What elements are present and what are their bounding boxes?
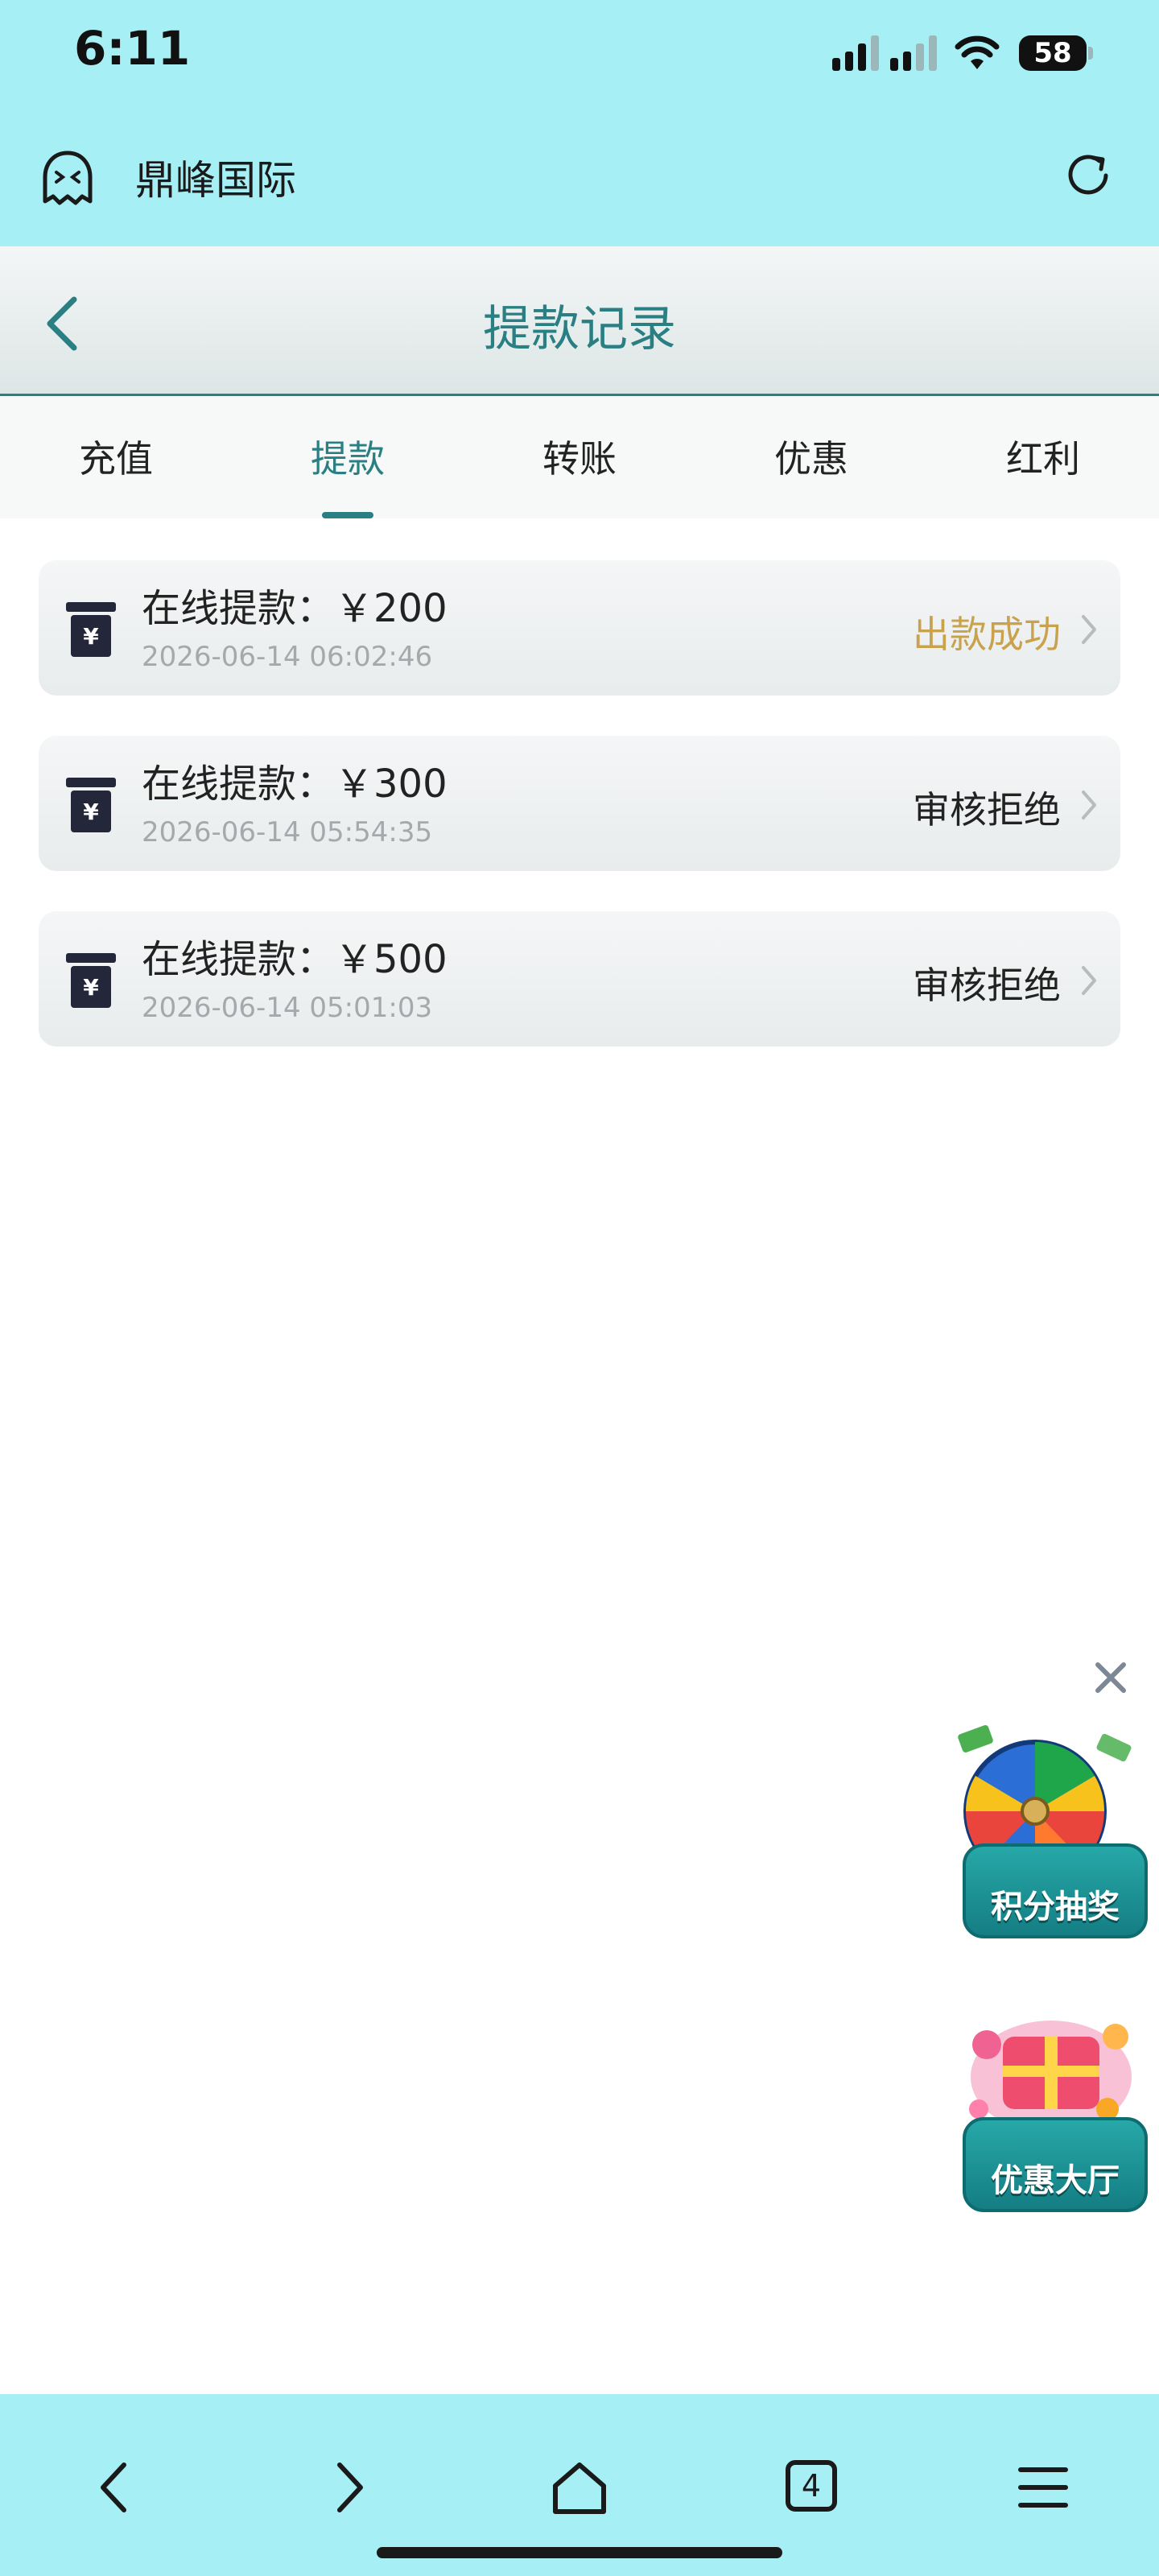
chevron-right-icon — [1082, 966, 1096, 995]
browser-bottom-bar: 4 — [0, 2394, 1159, 2576]
record-time: 2026-06-14 06:02:46 — [142, 641, 433, 673]
record-item[interactable]: ¥ 在线提款：￥300 2026-06-14 05:54:35 审核拒绝 — [39, 736, 1120, 871]
atm-cash-icon: ¥ — [66, 953, 116, 1008]
tab-promotion[interactable]: 优惠 — [695, 396, 927, 518]
tab-transfer[interactable]: 转账 — [464, 396, 695, 518]
tab-withdraw[interactable]: 提款 — [232, 396, 464, 518]
atm-cash-icon: ¥ — [66, 778, 116, 832]
record-tabs: 充值 提款 转账 优惠 红利 — [0, 396, 1159, 518]
record-time: 2026-06-14 05:54:35 — [142, 816, 433, 848]
svg-text:¥: ¥ — [83, 974, 99, 1001]
record-title: 在线提款：￥200 — [142, 586, 448, 631]
close-icon[interactable] — [1091, 1658, 1130, 1697]
record-status: 审核拒绝 — [913, 788, 1061, 832]
home-indicator — [377, 2547, 782, 2558]
record-title: 在线提款：￥300 — [142, 762, 448, 807]
browser-back-icon[interactable] — [85, 2457, 146, 2518]
status-bar: 6:11 58 — [0, 0, 1159, 105]
chevron-right-icon — [1082, 615, 1096, 644]
withdrawal-record-list: ¥ 在线提款：￥200 2026-06-14 06:02:46 出款成功 ¥ 在… — [39, 560, 1120, 1087]
svg-text:¥: ¥ — [83, 799, 99, 825]
ghost-logo-icon[interactable] — [40, 150, 95, 206]
record-item[interactable]: ¥ 在线提款：￥200 2026-06-14 06:02:46 出款成功 — [39, 560, 1120, 696]
record-title: 在线提款：￥500 — [142, 937, 448, 982]
record-time: 2026-06-14 05:01:03 — [142, 992, 433, 1024]
menu-icon[interactable] — [1013, 2457, 1074, 2518]
cell-signal-icon — [832, 35, 879, 71]
promo-hall-button[interactable]: 优惠大厅 — [955, 1988, 1148, 2212]
record-status: 出款成功 — [913, 613, 1061, 656]
battery-icon: 58 — [1019, 35, 1093, 71]
points-lottery-button[interactable]: 积分抽奖 — [955, 1715, 1148, 1938]
page-title: 提款记录 — [483, 301, 676, 357]
cell-signal-2-icon — [890, 35, 937, 71]
wifi-icon — [955, 35, 1000, 69]
page-header: 提款记录 — [0, 246, 1159, 396]
refresh-icon[interactable] — [1064, 151, 1114, 201]
record-status: 审核拒绝 — [913, 964, 1061, 1007]
record-item[interactable]: ¥ 在线提款：￥500 2026-06-14 05:01:03 审核拒绝 — [39, 911, 1120, 1046]
site-title: 鼎峰国际 — [135, 157, 296, 204]
tab-bonus[interactable]: 红利 — [927, 396, 1159, 518]
tab-deposit[interactable]: 充值 — [0, 396, 232, 518]
browser-header: 鼎峰国际 — [0, 105, 1159, 246]
promo-hall-label: 优惠大厅 — [991, 2162, 1120, 2199]
browser-forward-icon[interactable] — [317, 2457, 378, 2518]
status-time: 6:11 — [74, 21, 191, 76]
home-icon[interactable] — [549, 2457, 610, 2518]
battery-level: 58 — [1033, 37, 1072, 69]
atm-cash-icon: ¥ — [66, 602, 116, 657]
tabs-count-button[interactable]: 4 — [786, 2460, 837, 2512]
status-icons: 58 — [832, 31, 1093, 71]
chevron-right-icon — [1082, 791, 1096, 819]
svg-text:¥: ¥ — [83, 623, 99, 650]
points-lottery-label: 积分抽奖 — [991, 1889, 1120, 1926]
